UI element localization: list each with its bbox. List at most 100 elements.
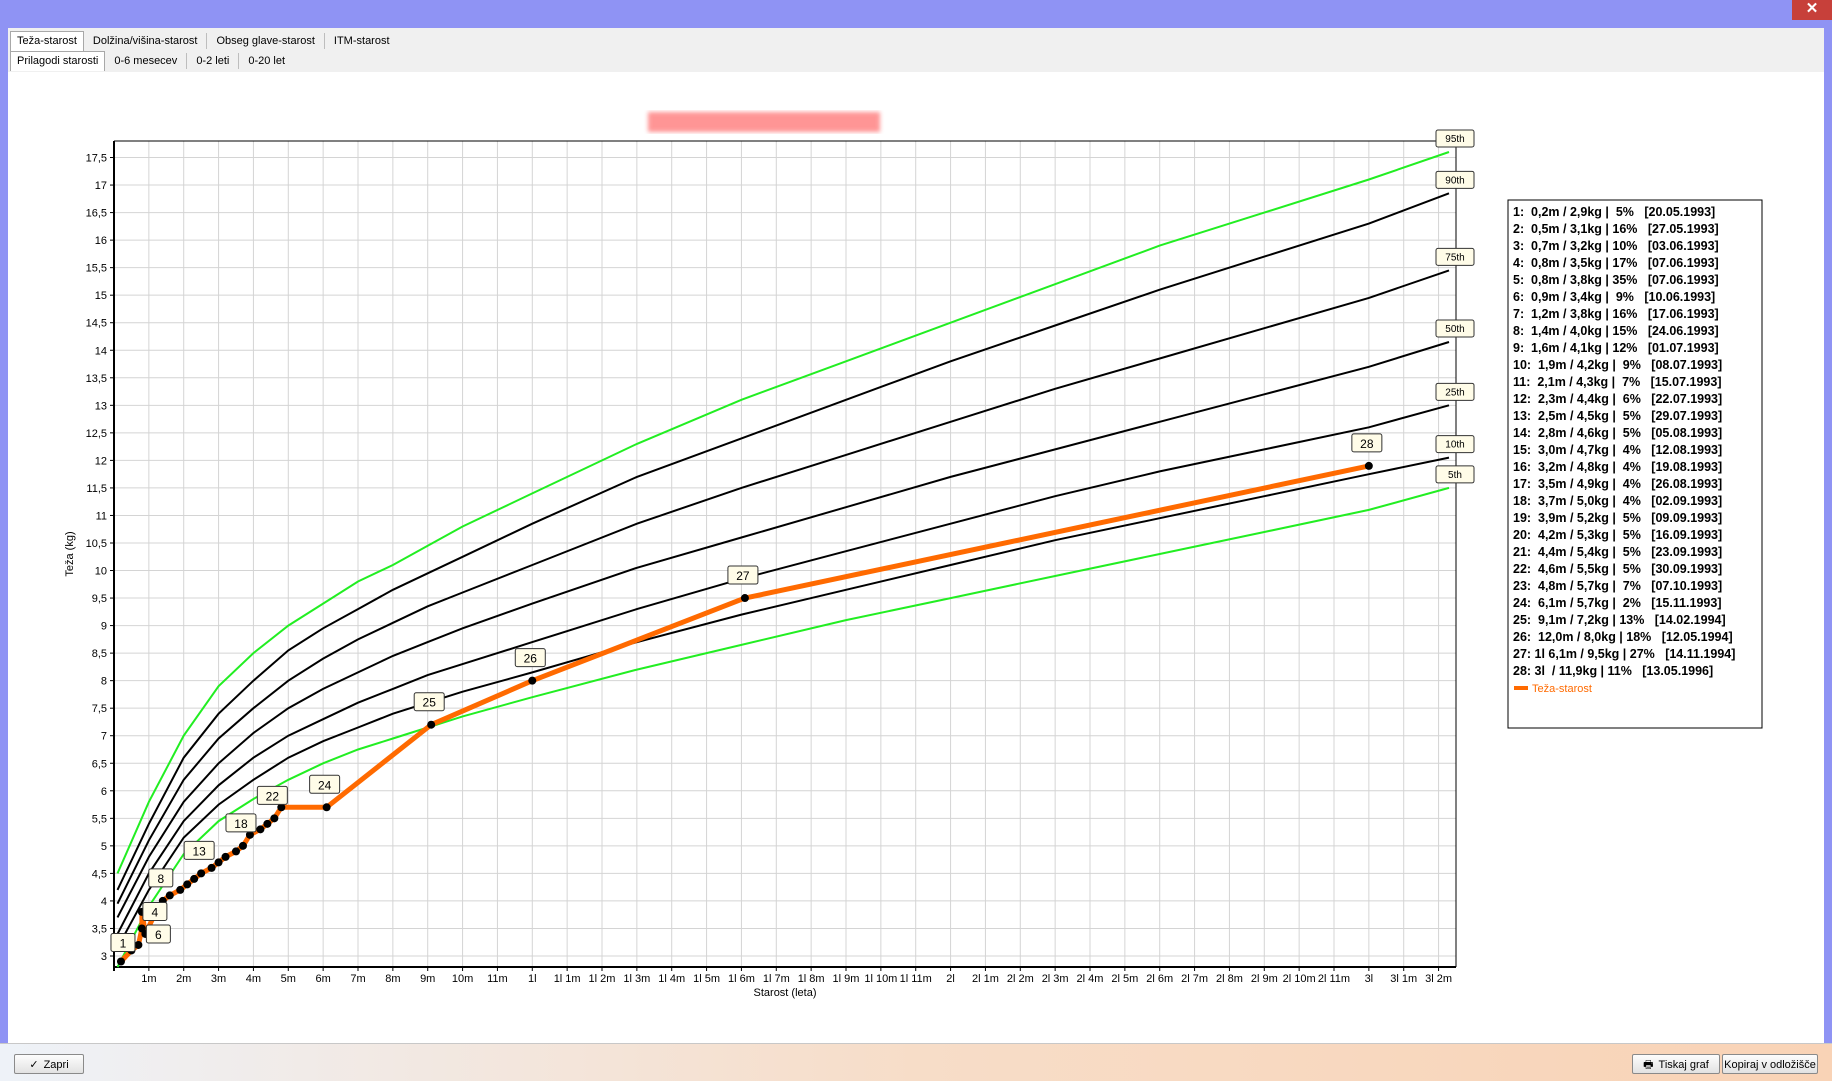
point-label-1: 1	[110, 932, 136, 952]
x-tick-label: 7m	[350, 973, 365, 985]
legend-entry: 6: 0,9m / 3,4kg | 9% [10.06.1993]	[1513, 290, 1715, 304]
printer-icon: 🖶	[1643, 1059, 1654, 1071]
title-bar: ✕	[0, 0, 1832, 26]
x-tick-label: 9m	[420, 973, 435, 985]
measurement-point	[207, 863, 216, 872]
measurement-point	[322, 803, 331, 812]
copy-to-clipboard-label: Kopiraj v odložišče	[1724, 1059, 1816, 1071]
point-label-6: 6	[145, 924, 171, 944]
y-tick-label: 9	[101, 621, 107, 633]
copy-to-clipboard-button[interactable]: Kopiraj v odložišče	[1722, 1054, 1818, 1074]
x-tick-label: 2m	[176, 973, 191, 985]
legend-entry: 17: 3,5m / 4,9kg | 4% [26.08.1993]	[1513, 477, 1722, 491]
x-tick-label: 2l 2m	[1007, 973, 1034, 985]
legend-entry: 10: 1,9m / 4,2kg | 9% [08.07.1993]	[1513, 358, 1722, 372]
legend-entry: 18: 3,7m / 5,0kg | 4% [02.09.1993]	[1513, 494, 1722, 508]
measurement-point	[1364, 461, 1373, 470]
point-label-text: 22	[266, 789, 280, 803]
x-axis-title: Starost (leta)	[754, 987, 817, 999]
close-button[interactable]: ✓ Zapri	[14, 1054, 84, 1074]
percentile-label-text: 25th	[1445, 387, 1464, 398]
x-tick-label: 3l 1m	[1390, 973, 1417, 985]
y-axis-title: Teža (kg)	[64, 531, 76, 576]
y-tick-label: 8	[101, 676, 107, 688]
point-label-28: 28	[1351, 433, 1383, 453]
bottom-bar: ✓ Zapri 🖶 Tiskaj graf Kopiraj v odložišče	[0, 1043, 1832, 1081]
measurement-point	[238, 841, 247, 850]
point-label-18: 18	[225, 813, 257, 833]
y-tick-label: 16	[95, 235, 107, 247]
y-tick-label: 4,5	[92, 868, 107, 880]
x-tick-label: 3l	[1365, 973, 1374, 985]
percentile-label-95th: 95th	[1435, 129, 1475, 148]
x-tick-label: 10m	[452, 973, 473, 985]
percentile-label-50th: 50th	[1435, 319, 1475, 338]
y-tick-label: 13,5	[86, 373, 107, 385]
y-tick-label: 6	[101, 786, 107, 798]
legend-entry: 14: 2,8m / 4,6kg | 5% [05.08.1993]	[1513, 426, 1722, 440]
window-close-button[interactable]: ✕	[1792, 0, 1832, 20]
redacted-chart-title	[648, 112, 880, 132]
y-tick-label: 8,5	[92, 648, 107, 660]
x-tick-label: 1l 11m	[900, 973, 932, 985]
x-tick-label: 2l 8m	[1216, 973, 1243, 985]
growth-chart: 3 3,5 4 4,5 5 5,5 6 6,5 7 7,5 8 8,5 9 9,5 10 10,5 11 11,5…	[64, 112, 1763, 999]
x-tick-label: 1l 8m	[798, 973, 825, 985]
y-tick-label: 10	[95, 566, 107, 578]
x-tick-label: 1l 5m	[693, 973, 720, 985]
point-label-22: 22	[256, 785, 288, 805]
point-label-4: 4	[142, 901, 168, 921]
percentile-label-text: 5th	[1448, 470, 1462, 481]
measurement-point	[214, 858, 223, 867]
measurement-point	[270, 814, 279, 823]
legend-entry: 21: 4,4m / 5,4kg | 5% [23.09.1993]	[1513, 545, 1722, 559]
point-label-text: 4	[152, 905, 159, 919]
x-tick-label: 2l 7m	[1181, 973, 1208, 985]
y-tick-label: 5,5	[92, 813, 107, 825]
legend-entry: 15: 3,0m / 4,7kg | 4% [12.08.1993]	[1513, 443, 1722, 457]
legend-entry: 22: 4,6m / 5,5kg | 5% [30.09.1993]	[1513, 562, 1722, 576]
point-label-text: 24	[318, 778, 332, 792]
y-tick-label: 17,5	[86, 153, 107, 165]
plot-area	[114, 141, 1456, 967]
x-tick-label: 2l 6m	[1146, 973, 1173, 985]
x-tick-label: 2l 1m	[972, 973, 999, 985]
legend-series-label: Teža-starost	[1532, 683, 1592, 695]
point-label-text: 28	[1360, 437, 1374, 451]
percentile-label-25th: 25th	[1435, 382, 1475, 401]
point-label-8: 8	[148, 868, 174, 888]
x-tick-label: 1l 4m	[658, 973, 685, 985]
point-label-27: 27	[727, 565, 759, 585]
measurement-point	[256, 825, 265, 834]
x-tick-label: 1l 9m	[833, 973, 860, 985]
y-tick-label: 12	[95, 455, 107, 467]
percentile-label-text: 95th	[1445, 134, 1464, 145]
percentile-label-5th: 5th	[1435, 465, 1475, 484]
y-tick-label: 9,5	[92, 593, 107, 605]
x-tick-label: 2l 9m	[1251, 973, 1278, 985]
y-tick-label: 13	[95, 400, 107, 412]
measurement-point	[183, 880, 192, 889]
legend-entry: 11: 2,1m / 4,3kg | 7% [15.07.1993]	[1513, 375, 1721, 389]
point-label-text: 27	[736, 569, 750, 583]
legend-entry: 19: 3,9m / 5,2kg | 5% [09.09.1993]	[1513, 511, 1722, 525]
legend-entry: 1: 0,2m / 2,9kg | 5% [20.05.1993]	[1513, 205, 1715, 219]
y-tick-label: 11	[96, 510, 107, 522]
y-tick-label: 14	[95, 345, 107, 357]
percentile-label-text: 10th	[1445, 440, 1464, 451]
x-tick-label: 1l 2m	[589, 973, 616, 985]
y-tick-label: 5	[101, 841, 107, 853]
print-chart-button[interactable]: 🖶 Tiskaj graf	[1632, 1054, 1720, 1074]
x-tick-label: 4m	[246, 973, 261, 985]
measurement-point	[263, 819, 272, 828]
y-tick-label: 11,5	[86, 483, 107, 495]
y-tick-label: 15,5	[86, 263, 107, 275]
x-tick-label: 11m	[487, 973, 508, 985]
point-label-text: 6	[155, 928, 162, 942]
measurement-point	[427, 720, 436, 729]
x-tick-label: 2l 5m	[1111, 973, 1138, 985]
x-tick-label: 5m	[281, 973, 296, 985]
measurement-point	[190, 874, 199, 883]
legend-entry: 9: 1,6m / 4,1kg | 12% [01.07.1993]	[1513, 341, 1719, 355]
x-tick-label: 3l 2m	[1425, 973, 1452, 985]
